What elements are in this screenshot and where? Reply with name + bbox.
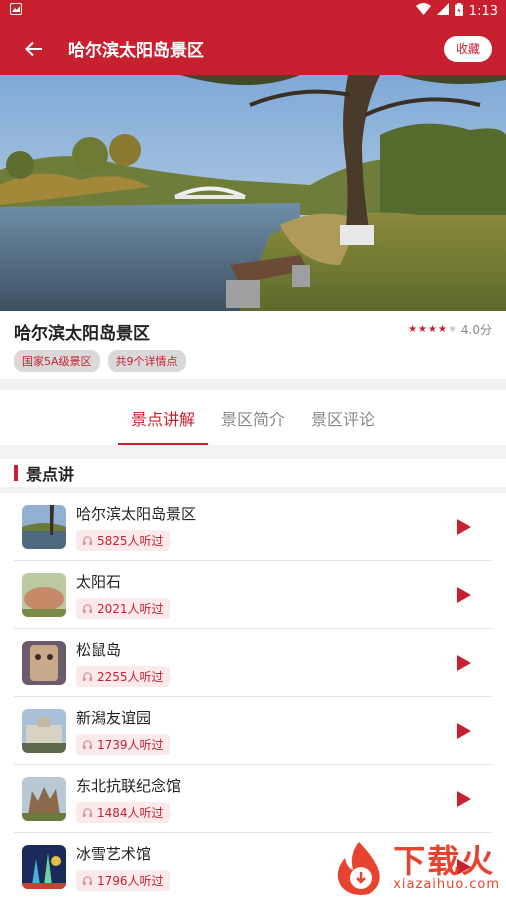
tag-points: 共9个详情点: [107, 350, 186, 372]
thumbnail: [22, 573, 66, 617]
back-button[interactable]: [22, 37, 46, 61]
section-title: 景点讲: [26, 465, 75, 484]
tag-list: 国家5A级景区 共9个详情点: [14, 350, 494, 372]
play-icon: [457, 655, 471, 671]
play-button[interactable]: [444, 711, 484, 751]
status-time: 1:13: [468, 3, 498, 19]
thumbnail: [22, 505, 66, 549]
battery-icon: [454, 2, 463, 20]
play-icon: [457, 791, 471, 807]
thumbnail: [22, 845, 66, 889]
notification-icon: [10, 3, 22, 19]
play-button[interactable]: [444, 575, 484, 615]
listen-count-text: 1796人听过: [97, 874, 164, 888]
headphones-icon: [82, 808, 93, 818]
item-name: 新潟友谊园: [76, 709, 152, 727]
listen-count: 1796人听过: [76, 870, 170, 891]
tab-bar: 景点讲解 景区简介 景区评论: [0, 390, 506, 445]
listen-count: 2255人听过: [76, 666, 170, 687]
list-item[interactable]: 松鼠岛 2255人听过: [0, 629, 506, 697]
headphones-icon: [82, 604, 93, 614]
star-icon: ★: [408, 323, 418, 335]
star-icon: ★: [428, 323, 437, 335]
star-icon: ★: [437, 323, 447, 335]
listen-count: 1484人听过: [76, 802, 170, 823]
thumbnail: [22, 777, 66, 821]
headphones-icon: [82, 536, 93, 546]
tab-guide[interactable]: 景点讲解: [118, 390, 208, 445]
play-icon: [457, 587, 471, 603]
signal-icon: [436, 3, 449, 19]
wifi-icon: [415, 3, 431, 19]
watermark-brand: 下载火: [393, 841, 496, 880]
section-header: 景点讲: [0, 459, 506, 487]
page-title: 哈尔滨太阳岛景区: [68, 41, 204, 61]
divider: [0, 379, 506, 390]
watermark-url: xiazaihuo.com: [393, 876, 500, 892]
status-bar: 1:13: [0, 0, 506, 22]
item-name: 松鼠岛: [76, 641, 122, 659]
rating: ★ ★ ★ ★ ★ 4.0分: [408, 321, 492, 338]
play-icon: [457, 519, 471, 535]
headphones-icon: [82, 876, 93, 886]
flame-logo-icon: [338, 842, 380, 895]
rating-score: 4.0分: [460, 323, 492, 337]
headphones-icon: [82, 672, 93, 682]
tag-5a: 国家5A级景区: [14, 350, 100, 372]
listen-count: 2021人听过: [76, 598, 170, 619]
headphones-icon: [82, 740, 93, 750]
item-name: 太阳石: [76, 573, 122, 591]
hero-image: [0, 75, 506, 311]
star-icon: ★: [418, 323, 427, 335]
listen-count: 1739人听过: [76, 734, 170, 755]
listen-count-text: 1484人听过: [97, 806, 164, 820]
listen-count-text: 2255人听过: [97, 670, 164, 684]
item-name: 哈尔滨太阳岛景区: [76, 505, 197, 523]
favorite-button[interactable]: 收藏: [444, 35, 492, 62]
list-item[interactable]: 东北抗联纪念馆 1484人听过: [0, 765, 506, 833]
site-watermark: 下载火 xiazaihuo.com: [331, 840, 500, 896]
play-button[interactable]: [444, 779, 484, 819]
play-button[interactable]: [444, 643, 484, 683]
arrow-left-icon: [25, 41, 42, 56]
tab-reviews[interactable]: 景区评论: [298, 390, 388, 445]
listen-count-text: 2021人听过: [97, 602, 164, 616]
section-accent-bar: [14, 465, 18, 481]
divider: [0, 445, 506, 459]
tab-intro[interactable]: 景区简介: [208, 390, 298, 445]
item-name: 东北抗联纪念馆: [76, 777, 182, 795]
star-empty-icon: ★: [447, 323, 457, 335]
list-item[interactable]: 哈尔滨太阳岛景区 5825人听过: [0, 493, 506, 561]
listen-count-text: 5825人听过: [97, 534, 164, 548]
play-button[interactable]: [444, 507, 484, 547]
star-rating: ★ ★ ★ ★ ★: [408, 323, 457, 335]
listen-count-text: 1739人听过: [97, 738, 164, 752]
app-bar: 哈尔滨太阳岛景区 收藏: [0, 22, 506, 75]
play-icon: [457, 723, 471, 739]
audio-guide-list: 哈尔滨太阳岛景区 5825人听过 太阳石 2021人听过 松鼠岛 2255人听过…: [0, 493, 506, 900]
list-item[interactable]: 太阳石 2021人听过: [0, 561, 506, 629]
scenic-info: 哈尔滨太阳岛景区 ★ ★ ★ ★ ★ 4.0分 国家5A级景区 共9个详情点: [0, 311, 506, 379]
listen-count: 5825人听过: [76, 530, 170, 551]
list-item[interactable]: 新潟友谊园 1739人听过: [0, 697, 506, 765]
thumbnail: [22, 709, 66, 753]
thumbnail: [22, 641, 66, 685]
